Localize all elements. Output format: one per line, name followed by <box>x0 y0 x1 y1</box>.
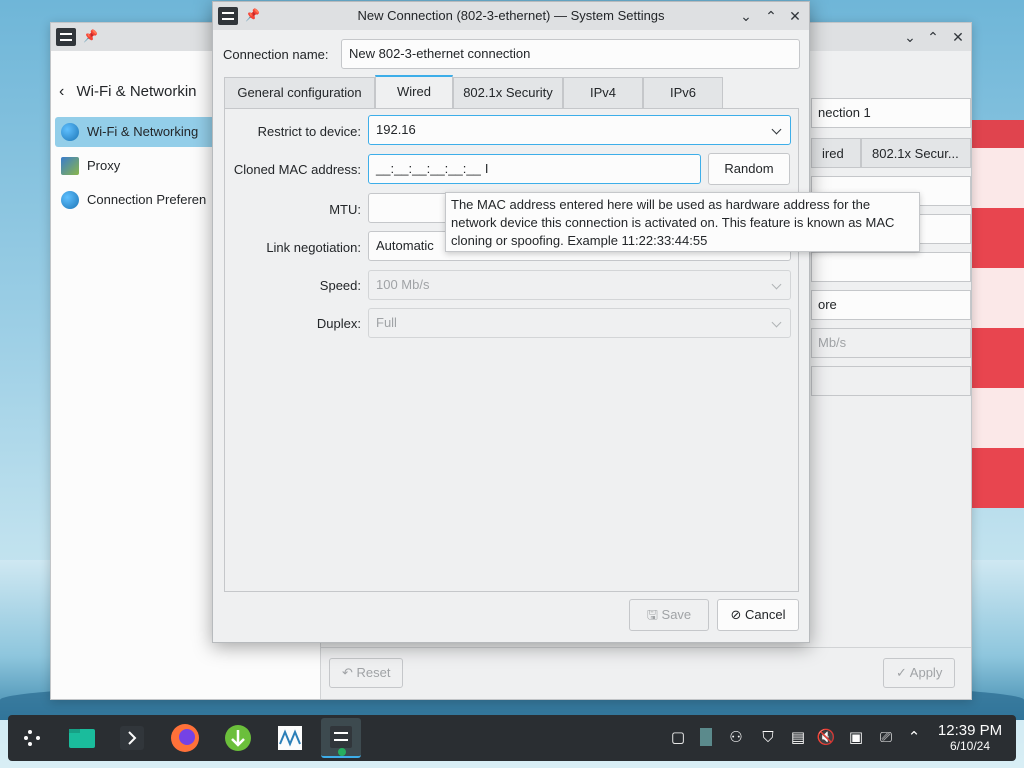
cloned-mac-label: Cloned MAC address: <box>233 162 361 177</box>
wallpaper-lighthouse <box>972 120 1024 680</box>
close-button[interactable]: ✕ <box>947 26 969 48</box>
download-manager-icon[interactable] <box>218 718 258 758</box>
tab-wired[interactable]: Wired <box>375 75 453 108</box>
save-button[interactable]: 🖫 Save <box>629 599 709 631</box>
tab-802-1x-security[interactable]: 802.1x Security <box>453 77 563 108</box>
speed-label: Speed: <box>319 278 361 293</box>
settings-footer: ↶ Reset ✓ Apply <box>321 647 971 699</box>
clock-date: 6/10/24 <box>949 739 991 753</box>
chevron-down-icon <box>771 124 782 135</box>
reset-button[interactable]: ↶ Reset <box>329 658 404 688</box>
cloned-mac-value: __:__:__:__:__:__ <box>376 161 481 176</box>
restrict-to-device-select[interactable]: 192.16 <box>368 115 791 145</box>
bg-tab-wired[interactable]: ired <box>811 138 861 168</box>
bg-field-more: ore <box>811 290 971 320</box>
reset-icon: ↶ <box>342 665 357 680</box>
connection-name-label: Connection name: <box>223 47 329 62</box>
terminal-icon[interactable] <box>112 718 152 758</box>
text-cursor-icon: Ι <box>484 161 489 176</box>
duplex-value: Full <box>376 315 397 330</box>
restrict-to-device-label: Restrict to device: <box>257 124 361 139</box>
sidebar-item-label: Proxy <box>87 158 121 173</box>
sidebar-item-label: Connection Preferen <box>87 192 207 207</box>
bg-speed-field: Mb/s <box>811 328 971 358</box>
network-icon <box>61 123 79 141</box>
shield-icon[interactable]: ⛉ <box>758 728 778 748</box>
link-negotiation-value: Automatic <box>376 238 434 253</box>
sidebar-header: ‹ Wi-Fi & Networkin <box>59 83 197 101</box>
tab-ipv6[interactable]: IPv6 <box>643 77 723 108</box>
maximize-button[interactable]: ⌃ <box>760 5 782 27</box>
minimize-button[interactable]: ⌄ <box>899 26 921 48</box>
show-desktop-icon[interactable]: ▢ <box>668 728 688 748</box>
link-negotiation-label: Link negotiation: <box>266 240 361 255</box>
bg-field <box>811 366 971 396</box>
bg-field <box>811 252 971 282</box>
dialog-titlebar: 📌 New Connection (802-3-ethernet) — Syst… <box>213 2 809 30</box>
application-launcher-icon[interactable] <box>14 718 54 758</box>
system-settings-taskbar-icon[interactable] <box>321 718 361 758</box>
sidebar-title: Wi-Fi & Networkin <box>76 83 197 100</box>
chevron-down-icon <box>771 279 782 290</box>
clipboard-icon[interactable]: ▤ <box>788 728 808 748</box>
clock[interactable]: 12:39 PM 6/10/24 <box>932 722 1008 753</box>
sidebar-item-label: Wi-Fi & Networking <box>87 124 199 139</box>
random-button[interactable]: Random <box>708 153 790 185</box>
apply-button[interactable]: ✓ Apply <box>883 658 956 688</box>
kde-connect-icon[interactable]: ⚇ <box>726 728 746 748</box>
check-icon: ✓ <box>896 665 910 680</box>
restrict-to-device-value: 192.16 <box>376 122 416 137</box>
bg-tab-security[interactable]: 802.1x Secur... <box>861 138 971 168</box>
tab-general-configuration[interactable]: General configuration <box>224 77 375 108</box>
virtual-desktop-icon[interactable] <box>696 728 716 748</box>
dialog-title: New Connection (802-3-ethernet) — System… <box>357 8 665 23</box>
new-connection-dialog: 📌 New Connection (802-3-ethernet) — Syst… <box>212 1 810 643</box>
chevron-down-icon <box>771 317 782 328</box>
clock-time: 12:39 PM <box>937 722 1003 739</box>
mac-address-tooltip: The MAC address entered here will be use… <box>445 192 920 252</box>
minimize-button[interactable]: ⌄ <box>735 5 757 27</box>
save-icon: 🖫 <box>646 607 662 622</box>
system-monitor-icon[interactable] <box>270 718 310 758</box>
volume-muted-icon[interactable]: 🔇 <box>816 728 836 748</box>
tab-ipv4[interactable]: IPv4 <box>563 77 643 108</box>
maximize-button[interactable]: ⌃ <box>922 26 944 48</box>
duplex-select[interactable]: Full <box>368 308 791 338</box>
duplex-label: Duplex: <box>316 316 361 331</box>
storage-icon[interactable]: ▣ <box>846 728 866 748</box>
settings-app-icon <box>56 28 76 46</box>
network-icon[interactable]: ⎚ <box>876 728 896 748</box>
firefox-icon[interactable] <box>165 718 205 758</box>
speed-value: 100 Mb/s <box>376 277 430 292</box>
cloned-mac-input[interactable]: __:__:__:__:__:__ Ι <box>368 154 701 184</box>
connection-name-input[interactable]: New 802-3-ethernet connection <box>341 39 800 69</box>
tray-expand-icon[interactable]: ⌃ <box>904 728 924 748</box>
back-arrow-icon[interactable]: ‹ <box>59 83 64 100</box>
cancel-icon: ⊘ <box>730 607 746 622</box>
cancel-button[interactable]: ⊘ Cancel <box>717 599 799 631</box>
proxy-icon <box>61 157 79 175</box>
pin-icon[interactable]: 📌 <box>83 29 98 43</box>
file-manager-icon[interactable] <box>62 718 102 758</box>
speed-select[interactable]: 100 Mb/s <box>368 270 791 300</box>
close-button[interactable]: ✕ <box>784 5 806 27</box>
mtu-label: MTU: <box>329 202 361 217</box>
taskbar: ▢ ⚇ ⛉ ▤ 🔇 ▣ ⎚ ⌃ 12:39 PM 6/10/24 <box>8 715 1016 761</box>
globe-icon <box>61 191 79 209</box>
bg-connection-name-field[interactable]: nection 1 <box>811 98 971 128</box>
